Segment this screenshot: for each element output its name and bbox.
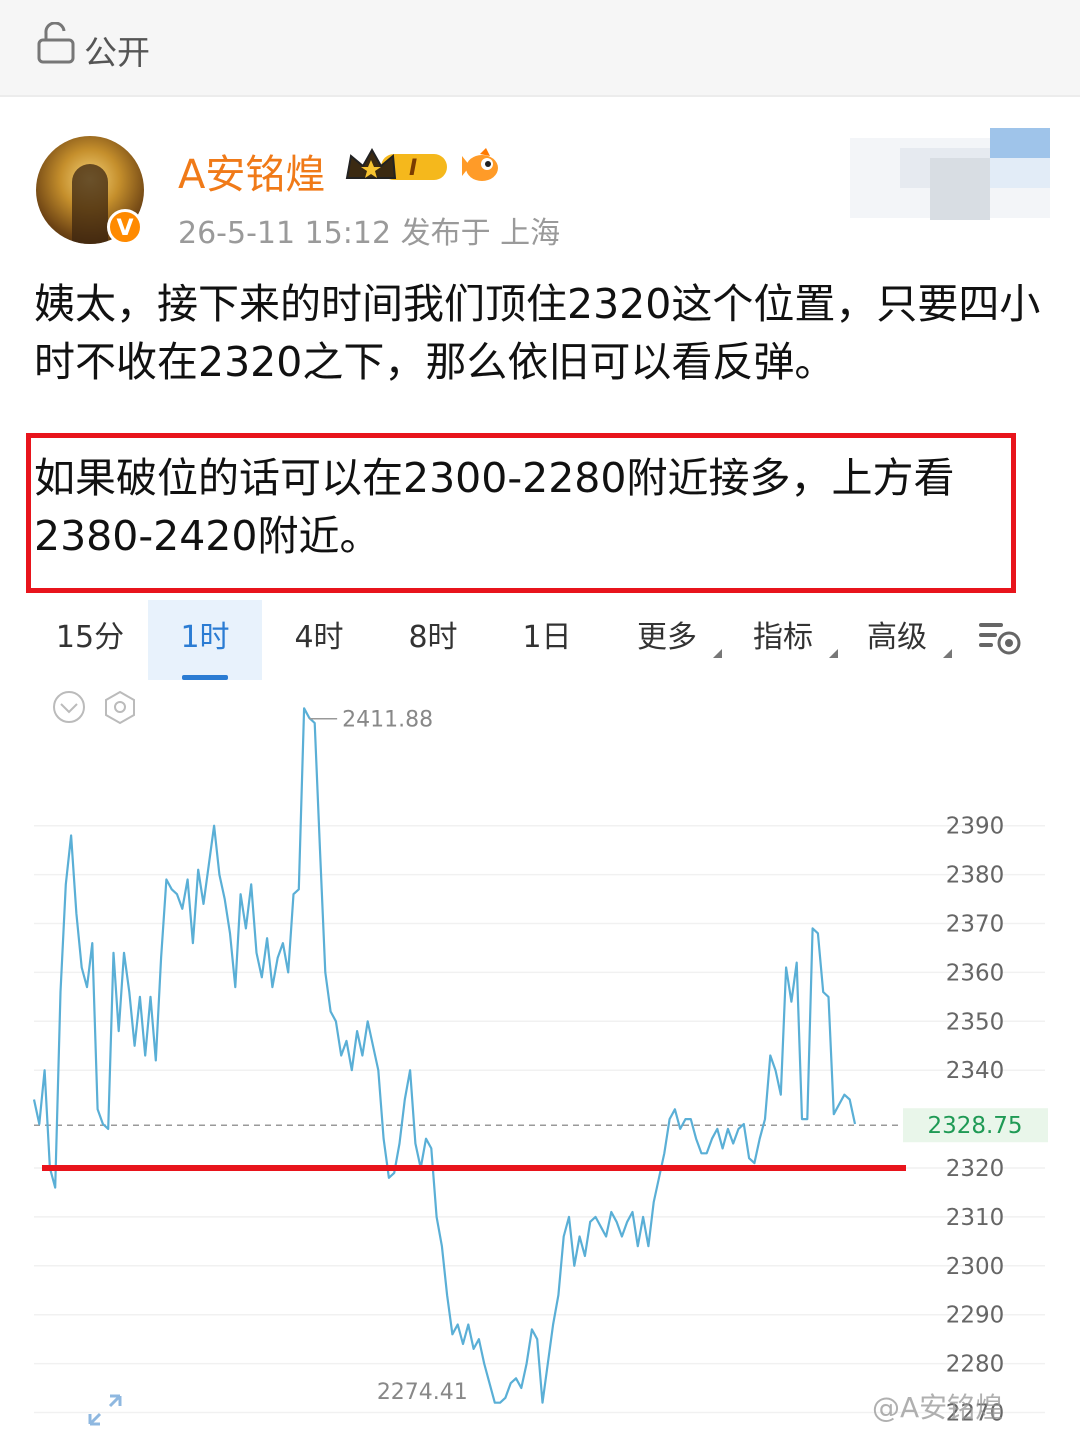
dropdown-triangle-icon [943, 649, 952, 658]
tab-15m[interactable]: 15分 [33, 600, 147, 680]
tab-1h[interactable]: 1时 [148, 600, 262, 680]
hexagon-center-icon [114, 701, 126, 713]
y-tick-label: 2300 [946, 1254, 1005, 1280]
timeframe-tabs: 15分 1时 4时 8时 1日 更多 指标 高级 [0, 600, 1080, 680]
post-text: 姨太，接下来的时间我们顶住2320这个位置，只要四小时不收在2320之下，那么依… [34, 280, 1041, 386]
y-tick-label: 2320 [946, 1156, 1005, 1182]
collapse-icon[interactable] [53, 691, 85, 723]
tab-advanced[interactable]: 高级 [840, 600, 954, 680]
y-tick-label: 2280 [946, 1352, 1005, 1378]
top-bar: 公开 [0, 0, 1080, 97]
y-tick-label: 2290 [946, 1303, 1005, 1329]
price-line [32, 707, 857, 1404]
author-name[interactable]: A安铭煌 [178, 142, 325, 200]
post-meta: 26-5-11 15:12 发布于 上海 [178, 216, 561, 251]
lock-open-icon[interactable] [36, 22, 76, 64]
y-tick-label: 2340 [946, 1058, 1005, 1084]
tab-advanced-label: 高级 [867, 620, 927, 655]
y-tick-label: 2370 [946, 912, 1005, 938]
post-text-highlighted: 如果破位的话可以在2300-2280附近接多，上方看2380-2420附近。 [34, 454, 955, 560]
y-tick-label: 2390 [946, 814, 1005, 840]
y-tick-label: 2310 [946, 1205, 1005, 1231]
verified-badge-icon: V [107, 209, 143, 245]
dropdown-triangle-icon [829, 649, 838, 658]
watermark: @A安铭煌 [872, 1391, 1004, 1424]
tab-8h[interactable]: 8时 [376, 600, 490, 680]
min-annotation: 2274.41 [377, 1380, 468, 1405]
blurred-image [850, 128, 1050, 223]
current-price-label: 2328.75 [927, 1113, 1022, 1139]
tab-more[interactable]: 更多 [610, 600, 724, 680]
expand-icon[interactable] [88, 1394, 122, 1426]
price-chart[interactable]: 2390 2380 2370 2360 2350 2340 2320 2310 2300 2290… [0, 680, 1080, 1441]
tab-1h-label: 1时 [180, 620, 230, 655]
tab-more-label: 更多 [637, 620, 697, 655]
fish-emoji-icon [462, 148, 498, 181]
visibility-label[interactable]: 公开 [84, 26, 150, 74]
y-tick-label: 2360 [946, 960, 1005, 986]
tab-indicators-label: 指标 [753, 620, 813, 655]
chart-settings-icon[interactable] [975, 617, 1023, 657]
tab-indicators[interactable]: 指标 [726, 600, 840, 680]
tab-1d[interactable]: 1日 [490, 600, 604, 680]
max-annotation: 2411.88 [342, 708, 433, 733]
svg-text:I: I [409, 156, 417, 181]
tab-4h[interactable]: 4时 [262, 600, 376, 680]
dropdown-triangle-icon [713, 649, 722, 658]
crown-level-badge-icon: I [345, 147, 447, 181]
chart-gridlines [34, 824, 1045, 1414]
y-tick-label: 2350 [946, 1009, 1005, 1035]
hexagon-settings-icon[interactable] [105, 690, 135, 725]
collapse-chevron-icon [60, 703, 78, 714]
y-tick-label: 2380 [946, 863, 1005, 889]
